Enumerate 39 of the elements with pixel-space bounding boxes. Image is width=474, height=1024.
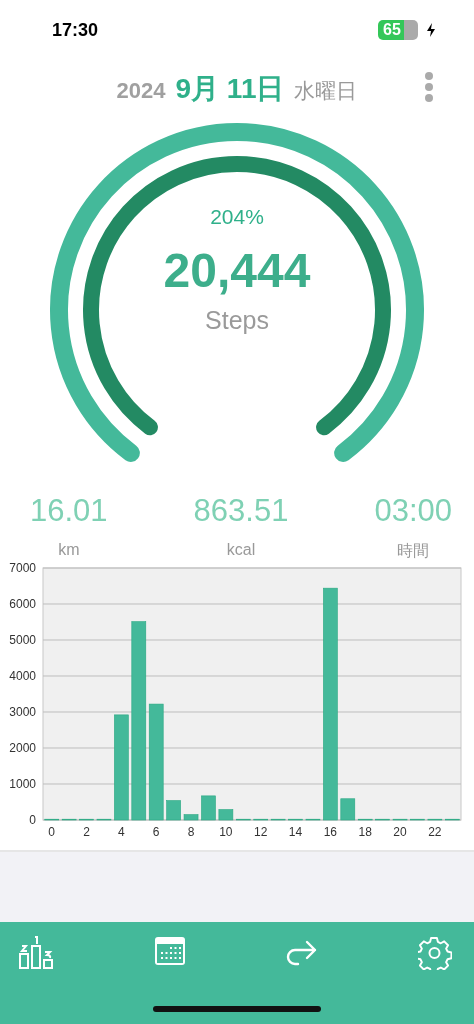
x-tick-label: 18 <box>358 825 372 839</box>
step-count: 20,444 <box>163 243 311 298</box>
y-tick-label: 3000 <box>9 705 36 719</box>
date-day: 9月 11日 <box>175 70 285 108</box>
more-icon[interactable] <box>424 72 434 102</box>
podium-icon[interactable] <box>18 936 54 970</box>
stat-value: 16.01 <box>30 493 108 529</box>
steps-label: Steps <box>205 306 269 335</box>
y-tick-label: 0 <box>29 813 36 827</box>
y-tick-label: 5000 <box>9 633 36 647</box>
x-tick-label: 16 <box>323 825 338 839</box>
date-year: 2024 <box>116 78 166 104</box>
x-tick-label: 8 <box>187 825 195 839</box>
stat-unit: 時間 <box>397 541 430 561</box>
stat-unit: kcal <box>226 541 256 559</box>
charging-icon <box>426 23 436 37</box>
stat-unit: km <box>58 541 80 559</box>
y-tick-label: 6000 <box>9 597 36 611</box>
y-tick-label: 2000 <box>9 741 36 755</box>
status-time: 17:30 <box>52 19 99 41</box>
x-tick-label: 14 <box>288 825 303 839</box>
settings-icon[interactable] <box>418 936 452 970</box>
x-tick-label: 4 <box>118 825 125 839</box>
battery-indicator: 65 <box>378 20 418 40</box>
y-tick-label: 1000 <box>9 777 36 791</box>
x-tick-label: 10 <box>219 825 233 839</box>
x-tick-label: 6 <box>152 825 160 839</box>
x-tick-label: 2 <box>83 825 90 839</box>
x-tick-label: 20 <box>393 825 407 839</box>
stat-value: 863.51 <box>193 493 289 529</box>
stat-value: 03:00 <box>374 493 452 529</box>
x-tick-label: 0 <box>48 825 56 839</box>
y-tick-label: 7000 <box>9 561 36 575</box>
y-tick-label: 4000 <box>9 669 36 683</box>
goal-percent: 204% <box>210 205 264 229</box>
calendar-icon[interactable] <box>154 936 186 966</box>
date-weekday: 水曜日 <box>294 78 358 104</box>
x-tick-label: 12 <box>254 825 268 839</box>
x-tick-label: 22 <box>428 825 442 839</box>
